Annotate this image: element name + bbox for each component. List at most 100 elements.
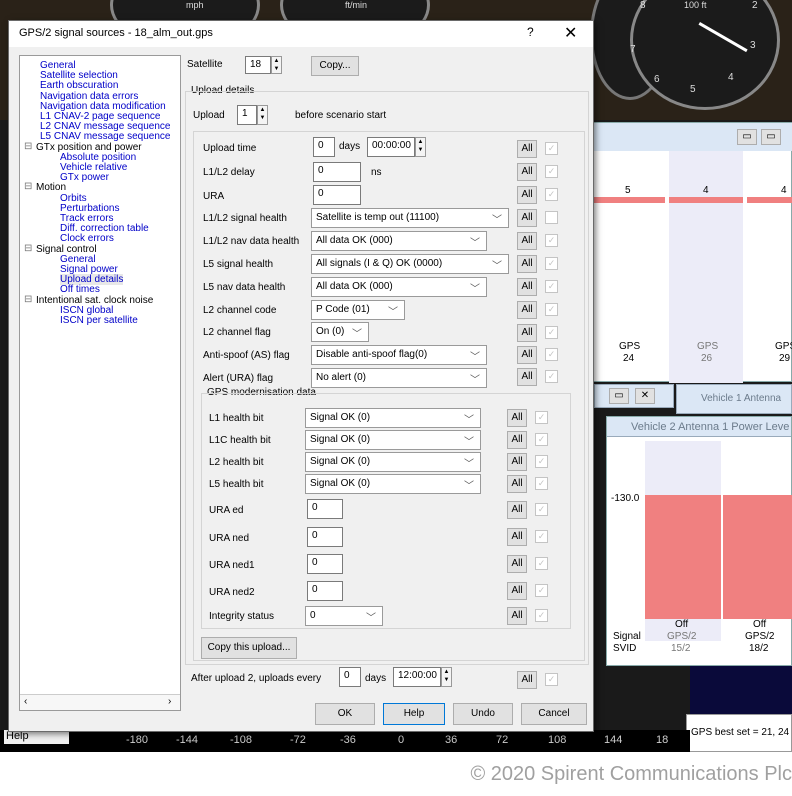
all-button[interactable]: All [507, 453, 527, 471]
l1c-health-bit-select[interactable]: Signal OK (0) ﹀ [305, 430, 481, 450]
all-button[interactable]: All [517, 255, 537, 273]
tree-item[interactable]: GTx power [60, 172, 109, 183]
copy-upload-button[interactable]: Copy this upload... [201, 637, 297, 659]
apply-all-checkbox[interactable]: ✓ [535, 530, 548, 543]
collapse-icon[interactable]: ⊟ [24, 141, 32, 152]
help-menu[interactable]: Help [4, 730, 69, 744]
apply-all-checkbox[interactable]: ✓ [545, 142, 558, 155]
l1l2-delay-input[interactable]: 0 [313, 162, 361, 182]
integrity-select[interactable]: 0 ﹀ [305, 606, 383, 626]
signal-label: Signal [613, 631, 641, 642]
l2-health-bit-select[interactable]: Signal OK (0) ﹀ [305, 452, 481, 472]
undo-button[interactable]: Undo [453, 703, 513, 725]
after-days-input[interactable]: 0 [339, 667, 361, 687]
cancel-button[interactable]: Cancel [521, 703, 587, 725]
all-button[interactable]: All [517, 324, 537, 342]
ok-button[interactable]: OK [315, 703, 375, 725]
help-button[interactable]: Help [383, 703, 445, 725]
ura-ned-input[interactable]: 0 [307, 527, 343, 547]
tree-item[interactable]: ISCN per satellite [60, 315, 138, 326]
apply-all-checkbox[interactable]: ✓ [535, 411, 548, 424]
alt-digit: 4 [728, 72, 734, 83]
apply-all-checkbox[interactable]: ✓ [545, 188, 558, 201]
ura-ed-input[interactable]: 0 [307, 499, 343, 519]
apply-all-checkbox[interactable]: ✓ [545, 326, 558, 339]
l1-health-bit-select[interactable]: Signal OK (0) ﹀ [305, 408, 481, 428]
all-button[interactable]: All [507, 528, 527, 546]
satellite-input[interactable]: 18 [245, 56, 271, 74]
l1l2-health-select[interactable]: Satellite is temp out (11100) ﹀ [311, 208, 509, 228]
apply-all-checkbox[interactable]: ✓ [545, 673, 558, 686]
apply-all-checkbox[interactable]: ✓ [545, 280, 558, 293]
close-button[interactable]: ✕ [635, 388, 655, 404]
upload-time-stepper[interactable]: ▲ ▼ [415, 137, 426, 157]
l1l2-nav-select[interactable]: All data OK (000) ﹀ [311, 231, 487, 251]
apply-all-checkbox[interactable]: ✓ [535, 477, 548, 490]
all-button[interactable]: All [507, 475, 527, 493]
after-time-stepper[interactable]: ▲ ▼ [441, 667, 452, 687]
all-button[interactable]: All [507, 431, 527, 449]
as-flag-select[interactable]: Disable anti-spoof flag(0) ﹀ [311, 345, 487, 365]
all-button[interactable]: All [507, 582, 527, 600]
apply-all-checkbox[interactable]: ✓ [535, 455, 548, 468]
apply-all-checkbox[interactable]: ✓ [545, 234, 558, 247]
all-button[interactable]: All [517, 346, 537, 364]
restore-button[interactable]: ▭ [609, 388, 629, 404]
ura-ned1-input[interactable]: 0 [307, 554, 343, 574]
upload-time-input[interactable]: 00:00:00 [367, 137, 415, 157]
all-button[interactable]: All [507, 607, 527, 625]
l2-code-select[interactable]: P Code (01) ﹀ [311, 300, 405, 320]
l5-health-select[interactable]: All signals (I & Q) OK (0000) ﹀ [311, 254, 509, 274]
maximize-button[interactable]: ▭ [761, 129, 781, 145]
after-time-input[interactable]: 12:00:00 [393, 667, 441, 687]
apply-all-checkbox[interactable]: ✓ [545, 370, 558, 383]
apply-all-checkbox[interactable]: ✓ [545, 165, 558, 178]
all-button[interactable]: All [517, 671, 537, 689]
apply-all-checkbox[interactable]: ✓ [545, 257, 558, 270]
l5-nav-select[interactable]: All data OK (000) ﹀ [311, 277, 487, 297]
upload-input[interactable]: 1 [237, 105, 257, 125]
ura-ned2-input[interactable]: 0 [307, 581, 343, 601]
all-button[interactable]: All [517, 301, 537, 319]
all-button[interactable]: All [517, 232, 537, 250]
minimize-button[interactable]: ▭ [737, 129, 757, 145]
apply-all-checkbox[interactable]: ✓ [535, 557, 548, 570]
all-button[interactable]: All [507, 501, 527, 519]
collapse-icon[interactable]: ⊟ [24, 294, 32, 305]
all-button[interactable]: All [507, 555, 527, 573]
collapse-icon[interactable]: ⊟ [24, 181, 32, 192]
apply-all-checkbox[interactable]: ✓ [535, 609, 548, 622]
copy-button[interactable]: Copy... [311, 56, 359, 76]
all-button[interactable]: All [517, 140, 537, 158]
apply-all-checkbox[interactable]: ✓ [545, 348, 558, 361]
l5-health-bit-select[interactable]: Signal OK (0) ﹀ [305, 474, 481, 494]
scroll-right-icon[interactable]: › [168, 696, 171, 707]
help-icon[interactable]: ? [527, 25, 534, 39]
apply-all-checkbox[interactable] [545, 211, 558, 224]
axis-tick: -36 [340, 734, 356, 746]
upload-stepper[interactable]: ▲ ▼ [257, 105, 268, 125]
ura-input[interactable]: 0 [313, 185, 361, 205]
all-button[interactable]: All [517, 186, 537, 204]
l2-flag-select[interactable]: On (0) ﹀ [311, 322, 369, 342]
tree-scrollbar[interactable]: ‹ › [20, 694, 180, 710]
all-button[interactable]: All [517, 368, 537, 386]
upload-days-input[interactable]: 0 [313, 137, 335, 157]
all-button[interactable]: All [507, 409, 527, 427]
alt-digit: 2 [752, 0, 758, 11]
all-button[interactable]: All [517, 209, 537, 227]
alert-flag-select[interactable]: No alert (0) ﹀ [311, 368, 487, 388]
all-button[interactable]: All [517, 278, 537, 296]
apply-all-checkbox[interactable]: ✓ [535, 433, 548, 446]
close-icon[interactable]: ✕ [564, 23, 577, 43]
satellite-label: Satellite [187, 59, 223, 70]
apply-all-checkbox[interactable]: ✓ [545, 303, 558, 316]
ura-label: URA [203, 191, 225, 202]
bar-value: 4 [703, 185, 709, 196]
satellite-stepper[interactable]: ▲ ▼ [271, 56, 282, 74]
apply-all-checkbox[interactable]: ✓ [535, 584, 548, 597]
scroll-left-icon[interactable]: ‹ [24, 696, 27, 707]
apply-all-checkbox[interactable]: ✓ [535, 503, 548, 516]
all-button[interactable]: All [517, 163, 537, 181]
collapse-icon[interactable]: ⊟ [24, 243, 32, 254]
